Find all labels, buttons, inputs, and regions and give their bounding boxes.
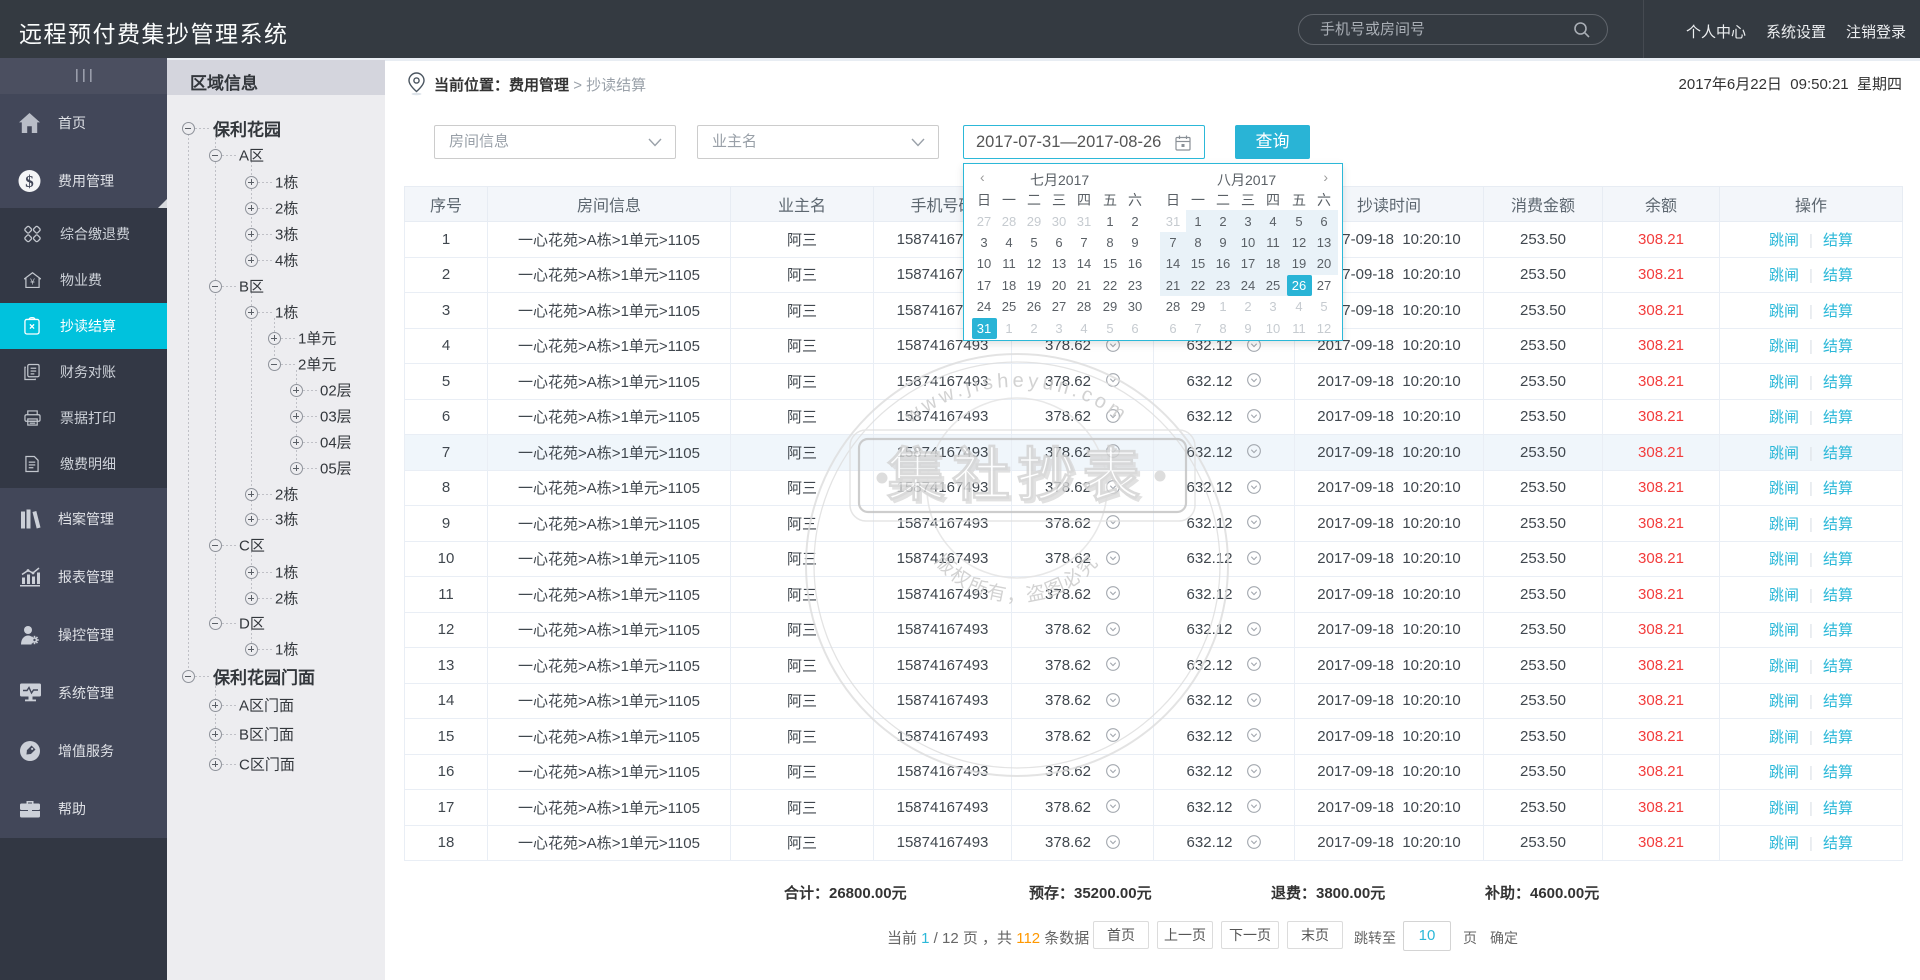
svg-text:¥: ¥ bbox=[29, 277, 35, 287]
svg-text:$: $ bbox=[25, 172, 34, 191]
